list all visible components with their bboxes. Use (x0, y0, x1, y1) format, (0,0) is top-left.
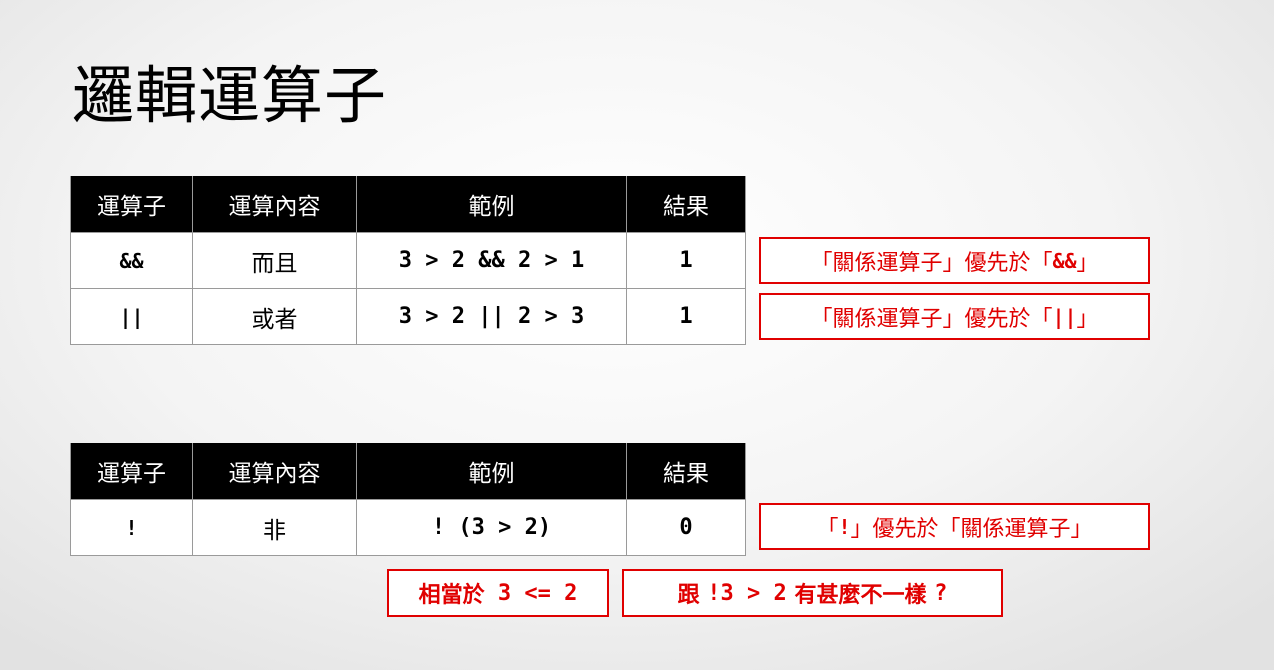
header-operator: 運算子 (70, 176, 193, 233)
note-text: 「 (816, 516, 839, 542)
header-example: 範例 (356, 176, 627, 233)
operator-cell: && (70, 232, 193, 289)
unary-operator-table: 運算子 運算內容 範例 結果 ! 非 ! (3 > 2) 0 (70, 443, 746, 556)
result-cell: 1 (626, 288, 746, 345)
or-precedence-note: 「關係運算子」優先於「 ||」 (759, 293, 1150, 340)
table-row: ! 非 ! (3 > 2) 0 (70, 499, 746, 556)
question-mark: ? (934, 580, 948, 606)
note-code: !3 > 2 (707, 580, 787, 606)
note-text: 跟 (677, 583, 708, 608)
example-cell: 3 > 2 && 2 > 1 (356, 232, 627, 289)
result-cell: 0 (626, 499, 746, 556)
note-code: || (1052, 304, 1077, 329)
equivalent-note: 相當於 3 <= 2 (387, 569, 609, 617)
meaning-cell: 而且 (192, 232, 357, 289)
operator-cell: || (70, 288, 193, 345)
header-result: 結果 (626, 443, 746, 500)
note-text: 有甚麼不一樣 (786, 583, 935, 608)
header-example: 範例 (356, 443, 627, 500)
note-text: 「關係運算子」優先於「 (810, 250, 1053, 276)
example-cell: ! (3 > 2) (356, 499, 627, 556)
example-cell: 3 > 2 || 2 > 3 (356, 288, 627, 345)
table-header-row: 運算子 運算內容 範例 結果 (70, 443, 746, 500)
table-header-row: 運算子 運算內容 範例 結果 (70, 176, 746, 233)
binary-operators-table: 運算子 運算內容 範例 結果 && 而且 3 > 2 && 2 > 1 1 ||… (70, 176, 746, 345)
note-code: ! (838, 514, 851, 539)
slide-title: 邏輯運算子 (72, 59, 388, 132)
operator-cell: ! (70, 499, 193, 556)
note-code: 3 <= 2 (484, 580, 578, 606)
meaning-cell: 非 (192, 499, 357, 556)
note-code: && (1052, 248, 1077, 273)
table-row: || 或者 3 > 2 || 2 > 3 1 (70, 288, 746, 345)
note-text: 相當於 (418, 583, 485, 608)
and-precedence-note: 「關係運算子」優先於「 &&」 (759, 237, 1150, 284)
note-text: 」 (1076, 306, 1099, 332)
header-result: 結果 (626, 176, 746, 233)
table-row: && 而且 3 > 2 && 2 > 1 1 (70, 232, 746, 289)
header-meaning: 運算內容 (192, 443, 357, 500)
note-text: 」 (1076, 250, 1099, 276)
result-cell: 1 (626, 232, 746, 289)
header-meaning: 運算內容 (192, 176, 357, 233)
not-precedence-note: 「! 」優先於「關係運算子」 (759, 503, 1150, 550)
note-text: 」優先於「關係運算子」 (850, 516, 1093, 542)
difference-question-note: 跟 !3 > 2 有甚麼不一樣 ? (622, 569, 1003, 617)
header-operator: 運算子 (70, 443, 193, 500)
meaning-cell: 或者 (192, 288, 357, 345)
note-text: 「關係運算子」優先於「 (810, 306, 1053, 332)
